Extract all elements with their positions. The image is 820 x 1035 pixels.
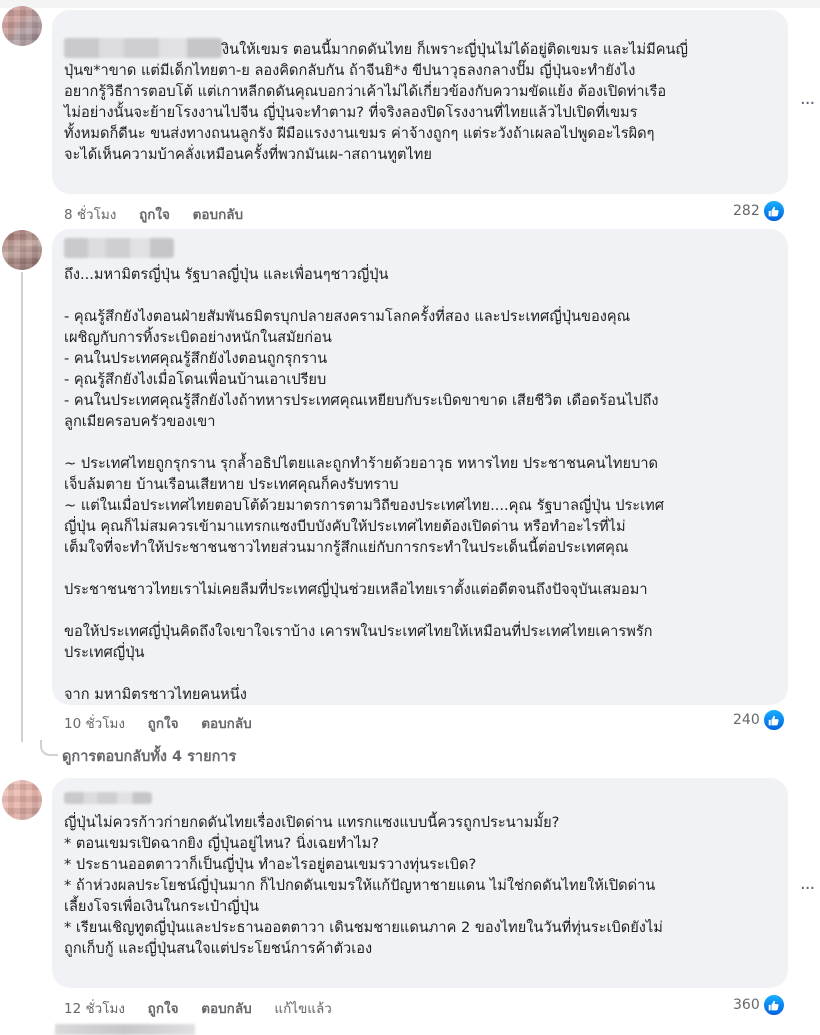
avatar[interactable]: [2, 780, 42, 820]
like-reaction-icon: [762, 709, 785, 731]
comment-actions: 12 ชั่วโมง ถูกใจ ตอบกลับ แก้ไขแล้ว: [64, 997, 350, 1019]
commenter-name-blurred[interactable]: [64, 38, 222, 58]
commenter-name-blurred[interactable]: [64, 792, 152, 804]
comment-timestamp[interactable]: 10 ชั่วโมง: [64, 716, 125, 732]
comment-text: ญี่ปุ่นไม่ควรก้าวก่ายกดดันไทยเรื่องเปิดด…: [64, 814, 663, 957]
reaction-count-value: 360: [733, 997, 760, 1013]
reaction-count-value: 282: [733, 203, 760, 219]
comment-text: ปุ่นข*าขาด แต่มีเด็กไทยตา-ย ลองคิดกลับกั…: [64, 62, 667, 163]
more-options-icon[interactable]: ···: [800, 95, 815, 113]
top-edge: [0, 0, 820, 8]
more-options-icon[interactable]: ···: [800, 880, 815, 898]
avatar[interactable]: [2, 230, 42, 270]
reaction-count[interactable]: 240: [733, 709, 785, 731]
like-reaction-icon: [762, 200, 785, 222]
comment-actions: 10 ชั่วโมง ถูกใจ ตอบกลับ: [64, 712, 270, 734]
reply-button[interactable]: ตอบกลับ: [201, 1001, 251, 1017]
like-button[interactable]: ถูกใจ: [148, 716, 179, 732]
next-comment-blurred: [55, 1024, 195, 1035]
comment-actions: 8 ชั่วโมง ถูกใจ ตอบกลับ: [64, 203, 261, 225]
commenter-name-blurred[interactable]: [64, 238, 174, 258]
comment-text: ถึง...มหามิตรญี่ปุ่น รัฐบาลญี่ปุ่น และเพ…: [64, 266, 665, 703]
avatar[interactable]: [2, 6, 42, 46]
like-button[interactable]: ถูกใจ: [139, 207, 170, 223]
comment-timestamp[interactable]: 12 ชั่วโมง: [64, 1001, 125, 1017]
comment-timestamp[interactable]: 8 ชั่วโมง: [64, 207, 116, 223]
reply-thread-hook: [40, 740, 58, 756]
reply-button[interactable]: ตอบกลับ: [201, 716, 251, 732]
like-reaction-icon: [762, 994, 785, 1016]
view-replies-link[interactable]: ดูการตอบกลับทั้ง 4 รายการ: [62, 745, 236, 768]
thread-line: [21, 272, 23, 742]
comment-text-first-line: งินให้เขมร ตอนนี้มากดดันไทย ก็เพราะญี่ปุ…: [222, 41, 688, 58]
reaction-count[interactable]: 282: [733, 200, 785, 222]
reply-button[interactable]: ตอบกลับ: [193, 207, 243, 223]
reaction-count-value: 240: [733, 712, 760, 728]
like-button[interactable]: ถูกใจ: [148, 1001, 179, 1017]
reaction-count[interactable]: 360: [733, 994, 785, 1016]
edited-label: แก้ไขแล้ว: [274, 1001, 332, 1017]
